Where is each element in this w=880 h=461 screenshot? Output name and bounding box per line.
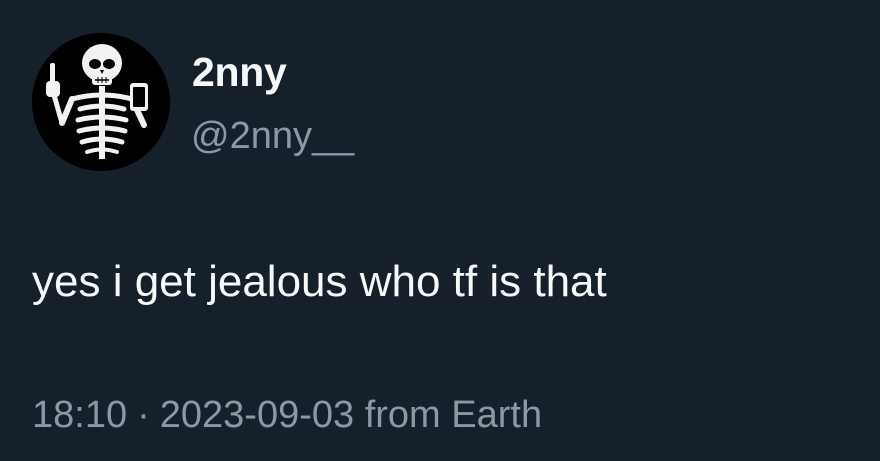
- tweet-card: 2nny @2nny__ yes i get jealous who tf is…: [0, 0, 880, 461]
- author-handle[interactable]: @2nny__: [191, 117, 354, 155]
- tweet-meta: 18:10 · 2023-09-03 from Earth: [32, 396, 542, 434]
- tweet-date[interactable]: 2023-09-03: [160, 394, 354, 436]
- tweet-time[interactable]: 18:10: [32, 394, 127, 436]
- skeleton-avatar-icon: [32, 33, 170, 171]
- meta-separator: ·: [137, 394, 150, 436]
- tweet-text: yes i get jealous who tf is that: [32, 257, 607, 306]
- tweet-source: from Earth: [364, 394, 543, 436]
- author-display-name[interactable]: 2nny: [192, 52, 287, 93]
- avatar[interactable]: [32, 33, 170, 171]
